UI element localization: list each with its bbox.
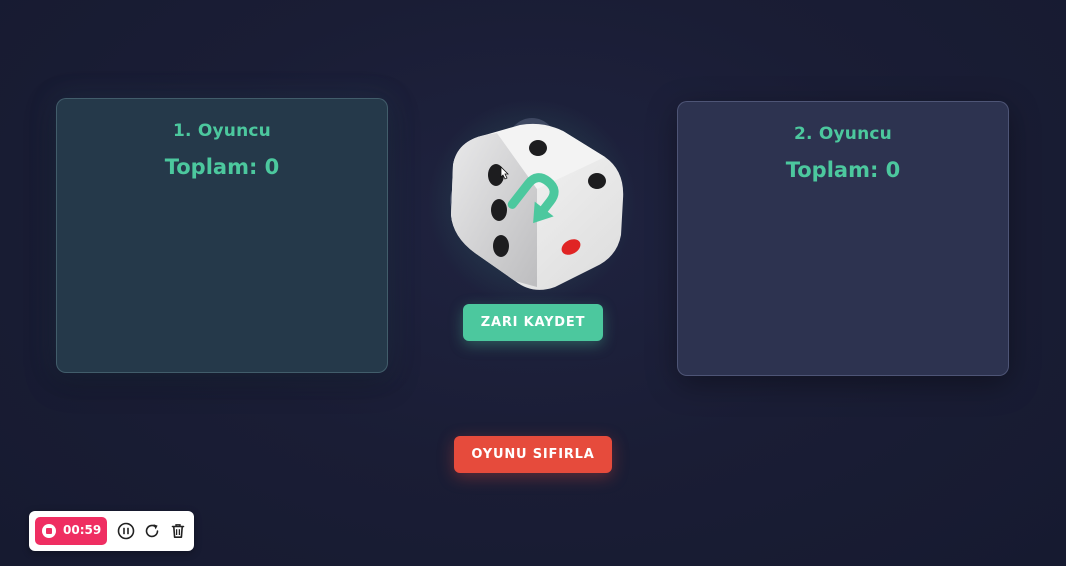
player-1-name: 1. Oyuncu <box>173 121 271 141</box>
recording-stop-button[interactable]: 00:59 <box>35 517 107 545</box>
player-2-name: 2. Oyuncu <box>794 124 892 144</box>
dice-pip <box>588 173 606 189</box>
dice-pip <box>529 140 547 156</box>
restart-icon[interactable] <box>143 522 161 540</box>
dice[interactable] <box>425 95 640 310</box>
dice-graphic[interactable] <box>425 95 640 310</box>
player-1-panel: 1. Oyuncu Toplam: 0 <box>56 98 388 373</box>
trash-icon[interactable] <box>169 522 187 540</box>
player-2-total: Toplam: 0 <box>785 158 901 182</box>
pause-icon[interactable] <box>117 522 135 540</box>
dice-pip <box>491 199 507 221</box>
dice-pip <box>493 235 509 257</box>
screen-recorder-toolbar: 00:59 <box>29 511 194 551</box>
reset-game-button[interactable]: OYUNU SIFIRLA <box>454 436 612 473</box>
player-2-panel: 2. Oyuncu Toplam: 0 <box>677 101 1009 376</box>
recording-timer: 00:59 <box>63 523 102 537</box>
stop-icon <box>42 524 56 538</box>
player-1-total: Toplam: 0 <box>164 155 280 179</box>
save-dice-button[interactable]: ZARI KAYDET <box>463 304 603 341</box>
